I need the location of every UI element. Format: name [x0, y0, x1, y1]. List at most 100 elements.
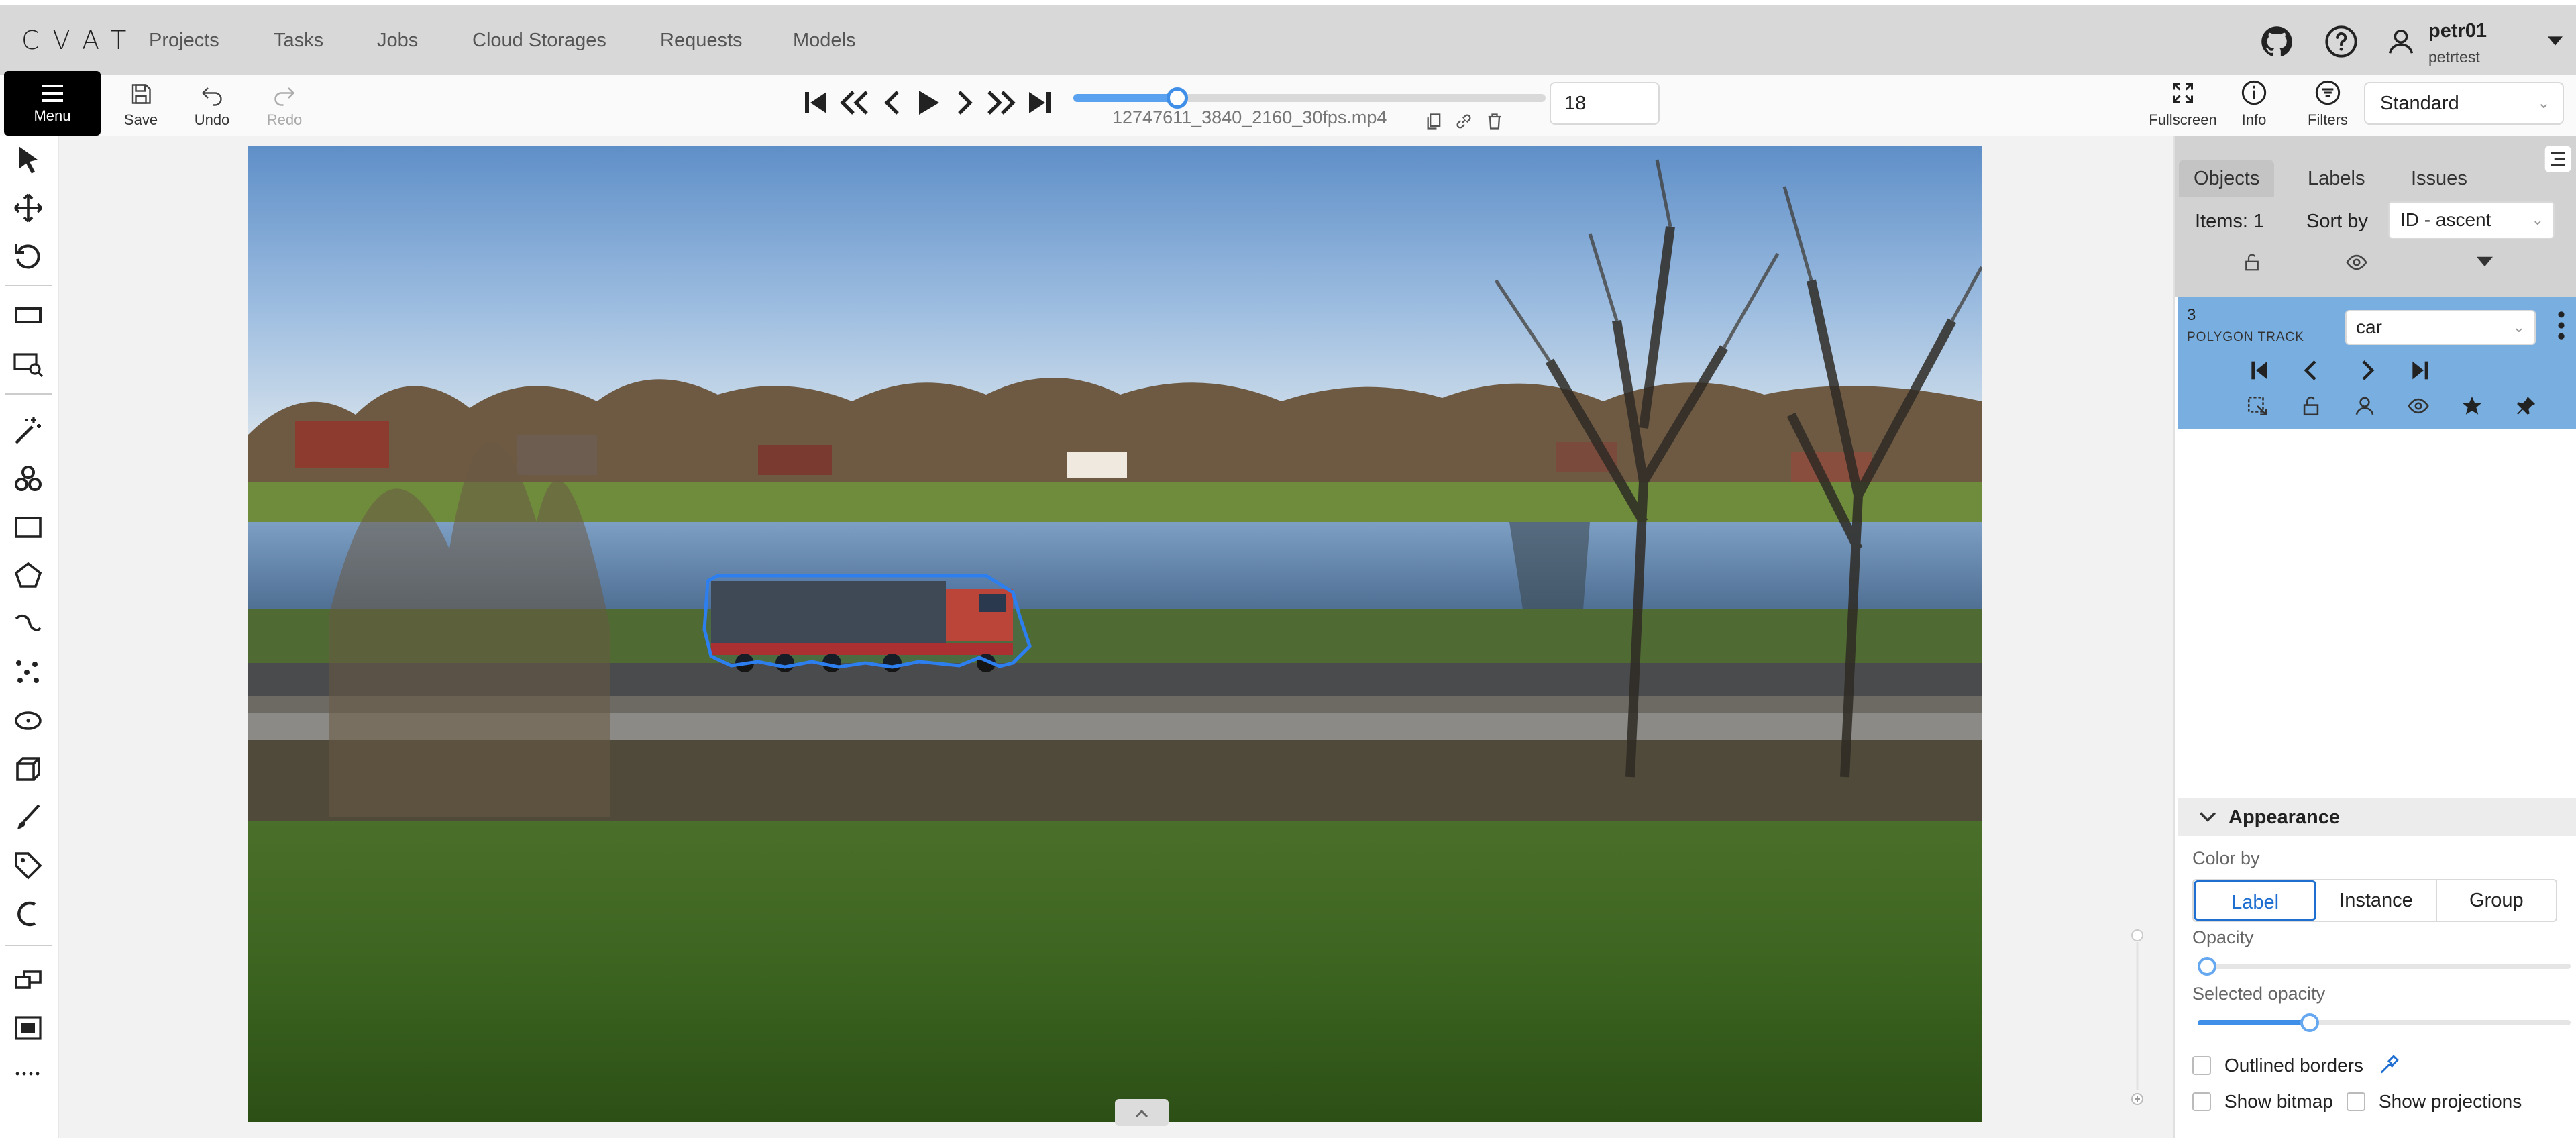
- color-by-instance-option[interactable]: Instance: [2316, 880, 2437, 921]
- sidebar-toggle-icon[interactable]: [2544, 145, 2572, 173]
- nav-requests[interactable]: Requests: [660, 30, 743, 52]
- info-button[interactable]: Info: [2214, 78, 2294, 132]
- opacity-handle[interactable]: [2198, 957, 2216, 976]
- collapse-panel-icon[interactable]: [1115, 1099, 1169, 1126]
- visibility-icon[interactable]: [2407, 395, 2430, 417]
- opacity-slider[interactable]: [2198, 957, 2571, 976]
- rectangle-tool-icon[interactable]: [12, 511, 44, 544]
- occluded-icon[interactable]: [2353, 395, 2376, 417]
- next-frame-icon[interactable]: [949, 86, 981, 119]
- caret-down-icon[interactable]: [2548, 35, 2563, 47]
- filters-label: Filters: [2308, 111, 2348, 128]
- canvas-zoom-slider[interactable]: [2131, 929, 2144, 1108]
- step-forward-icon[interactable]: [985, 86, 1017, 119]
- previous-frame-icon[interactable]: [876, 86, 908, 119]
- tag-icon[interactable]: [12, 849, 44, 882]
- more-options-icon[interactable]: [2555, 310, 2568, 341]
- expand-all-icon[interactable]: [2477, 255, 2493, 268]
- sort-value: ID - ascent: [2400, 209, 2491, 230]
- frame-number-input[interactable]: 18: [1550, 82, 1660, 125]
- hamburger-icon: [42, 85, 63, 102]
- top-navigation-bar: CVAT Projects Tasks Jobs Cloud Storages …: [0, 5, 2576, 75]
- rotate-icon[interactable]: [12, 240, 44, 272]
- redo-icon: [274, 87, 295, 106]
- last-keyframe-icon[interactable]: [2407, 357, 2434, 384]
- step-back-icon[interactable]: [839, 86, 871, 119]
- ellipse-tool-icon[interactable]: [12, 705, 44, 737]
- nav-projects[interactable]: Projects: [149, 30, 219, 52]
- menu-button[interactable]: Menu: [4, 71, 101, 136]
- show-bitmap-label: Show bitmap: [2224, 1091, 2333, 1112]
- fit-image-icon[interactable]: [12, 299, 44, 331]
- object-item[interactable]: 3 POLYGON TRACK car ⌄: [2178, 297, 2576, 429]
- polygon-tool-icon[interactable]: [12, 560, 44, 592]
- more-tools-icon[interactable]: [12, 1057, 44, 1090]
- workspace-select[interactable]: Standard ⌄: [2364, 82, 2564, 125]
- show-bitmap-checkbox[interactable]: [2192, 1092, 2211, 1111]
- redo-button[interactable]: Redo: [251, 79, 318, 133]
- first-keyframe-icon[interactable]: [2246, 357, 2273, 384]
- first-frame-icon[interactable]: [800, 86, 832, 119]
- previous-keyframe-icon[interactable]: [2298, 357, 2325, 384]
- skeleton-tool-icon[interactable]: [12, 898, 44, 930]
- chevron-down-icon: [2199, 812, 2216, 822]
- frame-timeline-slider[interactable]: [1073, 87, 1546, 109]
- save-button[interactable]: Save: [107, 79, 174, 133]
- undo-icon: [201, 87, 222, 106]
- zoom-region-icon[interactable]: [12, 348, 44, 380]
- nav-models[interactable]: Models: [793, 30, 856, 52]
- merge-icon[interactable]: [12, 964, 44, 996]
- outside-icon[interactable]: [2246, 395, 2269, 417]
- outlined-borders-checkbox[interactable]: [2192, 1056, 2211, 1075]
- link-icon[interactable]: [1454, 111, 1473, 132]
- openvino-ai-icon[interactable]: [12, 463, 44, 495]
- undo-button[interactable]: Undo: [178, 79, 246, 133]
- magic-wand-icon[interactable]: [12, 415, 44, 447]
- tab-objects[interactable]: Objects: [2179, 160, 2275, 197]
- nav-cloud-storages[interactable]: Cloud Storages: [472, 30, 606, 52]
- cursor-icon[interactable]: [12, 144, 44, 176]
- group-icon[interactable]: [12, 1012, 44, 1044]
- polyline-tool-icon[interactable]: [12, 608, 44, 640]
- nav-tasks[interactable]: Tasks: [274, 30, 323, 52]
- selected-opacity-handle[interactable]: [2300, 1013, 2319, 1032]
- appearance-header[interactable]: Appearance: [2178, 798, 2576, 836]
- tab-labels[interactable]: Labels: [2293, 160, 2379, 197]
- user-icon[interactable]: [2385, 24, 2416, 59]
- tab-issues[interactable]: Issues: [2396, 160, 2482, 197]
- unlock-all-icon[interactable]: [2242, 252, 2262, 272]
- cuboid-tool-icon[interactable]: [12, 753, 44, 785]
- color-picker-icon[interactable]: [2377, 1053, 2400, 1076]
- fullscreen-button[interactable]: Fullscreen: [2143, 78, 2223, 132]
- brush-tool-icon[interactable]: [12, 801, 44, 833]
- car-polygon-annotation[interactable]: [702, 574, 1032, 669]
- copy-icon[interactable]: [1425, 111, 1444, 132]
- next-keyframe-icon[interactable]: [2353, 357, 2380, 384]
- selected-opacity-slider[interactable]: [2198, 1013, 2571, 1032]
- filters-button[interactable]: Filters: [2288, 78, 2368, 132]
- github-icon[interactable]: [2259, 24, 2294, 59]
- keyframe-star-icon[interactable]: [2461, 395, 2483, 417]
- points-tool-icon[interactable]: [12, 656, 44, 688]
- last-frame-icon[interactable]: [1024, 86, 1056, 119]
- save-label: Save: [123, 111, 158, 128]
- move-icon[interactable]: [12, 192, 44, 224]
- cvat-logo[interactable]: CVAT: [21, 25, 140, 55]
- chevron-down-icon: ⌄: [2531, 211, 2544, 228]
- color-by-group-option[interactable]: Group: [2437, 880, 2556, 921]
- timeline-handle[interactable]: [1166, 87, 1188, 109]
- lock-icon[interactable]: [2300, 395, 2322, 417]
- delete-frame-icon[interactable]: [1485, 111, 1504, 132]
- pin-icon[interactable]: [2514, 395, 2537, 417]
- play-icon[interactable]: [911, 86, 943, 119]
- show-all-icon[interactable]: [2345, 251, 2368, 274]
- nav-jobs[interactable]: Jobs: [377, 30, 418, 52]
- sort-select[interactable]: ID - ascent ⌄: [2388, 201, 2555, 239]
- video-frame-image[interactable]: [248, 146, 1982, 1122]
- outlined-borders-label: Outlined borders: [2224, 1055, 2364, 1076]
- help-icon[interactable]: [2324, 24, 2359, 59]
- show-projections-checkbox[interactable]: [2347, 1092, 2365, 1111]
- object-label-select[interactable]: car ⌄: [2345, 310, 2536, 345]
- color-by-label-option[interactable]: Label: [2194, 880, 2317, 921]
- user-name[interactable]: petr01: [2428, 20, 2487, 42]
